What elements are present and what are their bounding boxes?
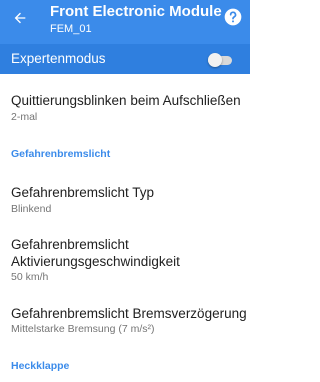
expert-mode-row[interactable]: Expertenmodus xyxy=(0,44,250,74)
pref-summary-aktivierungsgeschwindigkeit: 50 km/h xyxy=(11,271,49,283)
pref-summary-bremsverzoegerung: Mittelstarke Bremsung (7 m/s²) xyxy=(11,323,155,335)
pref-summary-quittierungsblinken: 2-mal xyxy=(11,111,38,123)
category-header-heckklappe: Heckklappe xyxy=(11,360,70,372)
pref-item-gefahrenbremslicht-typ[interactable]: Gefahrenbremslicht Typ xyxy=(11,184,247,201)
back-button[interactable] xyxy=(4,2,36,34)
pref-item-aktivierungsgeschwindigkeit[interactable]: Gefahrenbremslicht Aktivierungsgeschwind… xyxy=(11,236,247,270)
category-header-gefahrenbremslicht: Gefahrenbremslicht xyxy=(11,148,111,160)
pref-item-bremsverzoegerung[interactable]: Gefahrenbremslicht Bremsverzögerung xyxy=(11,305,247,322)
app-bar: Front Electronic Module FEM_01 xyxy=(0,0,250,44)
arrow-left-icon xyxy=(14,12,26,24)
help-button[interactable] xyxy=(222,6,244,28)
expert-mode-label: Expertenmodus xyxy=(11,51,106,66)
page-subtitle: FEM_01 xyxy=(50,23,92,35)
switch-thumb xyxy=(208,53,222,67)
pref-item-quittierungsblinken[interactable]: Quittierungsblinken beim Aufschließen xyxy=(11,92,247,109)
help-circle-icon xyxy=(224,8,242,26)
pref-summary-gefahrenbremslicht-typ: Blinkend xyxy=(11,203,52,215)
page-title: Front Electronic Module xyxy=(50,3,222,20)
expert-mode-switch[interactable] xyxy=(208,53,232,67)
